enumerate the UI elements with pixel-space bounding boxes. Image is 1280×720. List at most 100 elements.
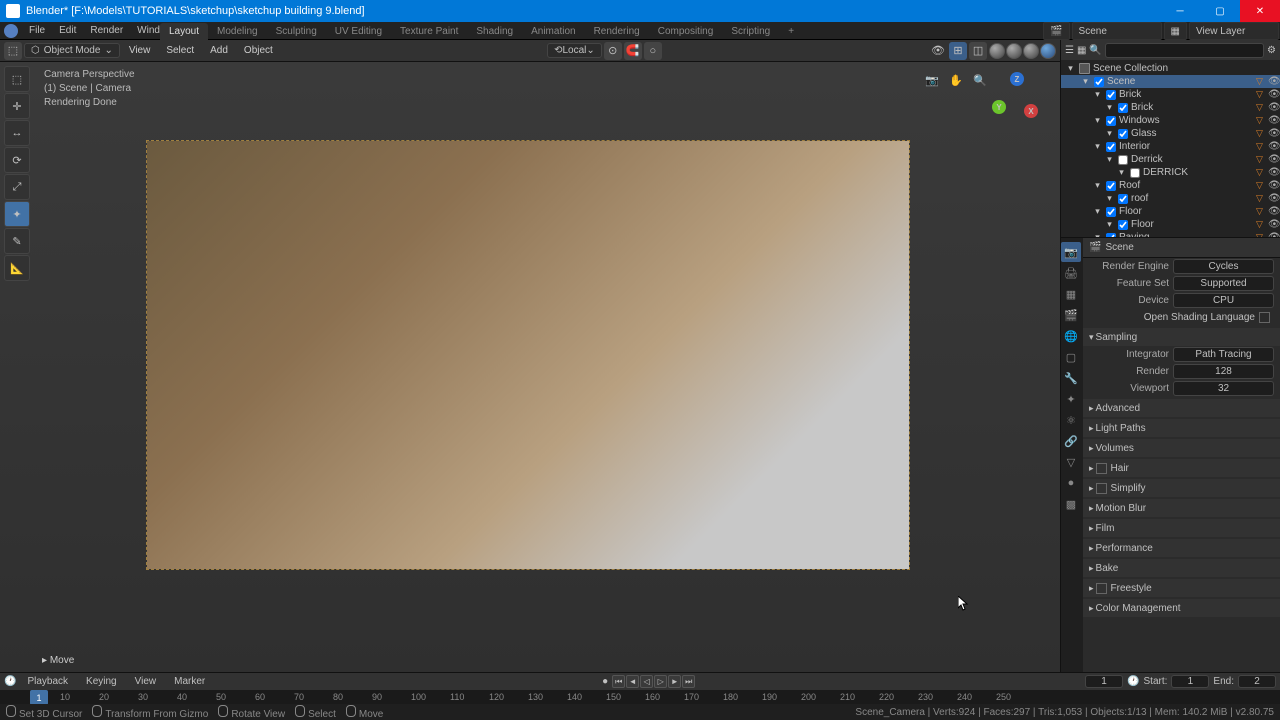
tab-modeling[interactable]: Modeling: [208, 23, 267, 40]
tool-transform[interactable]: ✦: [4, 201, 30, 227]
collection-checkbox[interactable]: [1118, 220, 1128, 230]
axis-x[interactable]: X: [1024, 104, 1038, 118]
outliner-display-icon[interactable]: ▦: [1077, 45, 1086, 56]
viewlayer-name[interactable]: View Layer: [1189, 22, 1279, 40]
frame-end[interactable]: 2: [1238, 675, 1276, 688]
play-fwd[interactable]: ▷: [654, 675, 667, 688]
feature-set-select[interactable]: Supported: [1173, 276, 1274, 291]
prop-tab-modifier[interactable]: 🔧: [1061, 368, 1081, 388]
jump-start[interactable]: ⏮: [612, 675, 625, 688]
section-light-paths[interactable]: Light Paths: [1083, 419, 1280, 437]
last-op-label[interactable]: Move: [42, 655, 74, 666]
prop-tab-world[interactable]: 🌐: [1061, 326, 1081, 346]
tree-row[interactable]: ▾Windows▽👁: [1061, 114, 1280, 127]
prop-tab-material[interactable]: ●: [1061, 473, 1081, 493]
timeline-type-icon[interactable]: 🕐: [4, 676, 16, 687]
visibility-icon[interactable]: 👁: [1268, 115, 1280, 126]
tool-scale[interactable]: ⤢: [4, 174, 30, 200]
tree-row[interactable]: ▾Floor▽👁: [1061, 218, 1280, 231]
tl-view[interactable]: View: [128, 676, 164, 687]
tree-row[interactable]: ▾roof▽👁: [1061, 192, 1280, 205]
collection-checkbox[interactable]: [1118, 129, 1128, 139]
viewlayer-icon[interactable]: ▦: [1164, 22, 1187, 40]
vp-menu-select[interactable]: Select: [159, 45, 201, 56]
tab-sculpting[interactable]: Sculpting: [267, 23, 326, 40]
tab-new[interactable]: +: [779, 23, 803, 40]
camera-icon[interactable]: 📷: [924, 72, 940, 88]
prop-tab-viewlayer[interactable]: ▦: [1061, 284, 1081, 304]
render-engine-select[interactable]: Cycles: [1173, 259, 1274, 274]
prop-tab-particle[interactable]: ✦: [1061, 389, 1081, 409]
tree-row[interactable]: ▾Glass▽👁: [1061, 127, 1280, 140]
tab-scripting[interactable]: Scripting: [722, 23, 779, 40]
render-samples-field[interactable]: 128: [1173, 364, 1274, 379]
proportional-icon[interactable]: ○: [644, 42, 662, 60]
section-checkbox[interactable]: [1096, 483, 1107, 494]
zoom-icon[interactable]: 🔍: [972, 72, 988, 88]
tree-root[interactable]: ▾Scene Collection: [1061, 62, 1280, 75]
collection-checkbox[interactable]: [1106, 142, 1116, 152]
next-key[interactable]: ►: [668, 675, 681, 688]
tab-shading[interactable]: Shading: [467, 23, 522, 40]
section-performance[interactable]: Performance: [1083, 539, 1280, 557]
visibility-icon[interactable]: 👁: [1268, 206, 1280, 217]
outliner-filter-icon[interactable]: ⚙: [1267, 45, 1276, 56]
tab-compositing[interactable]: Compositing: [649, 23, 723, 40]
menu-edit[interactable]: Edit: [52, 25, 83, 36]
timeline-cursor[interactable]: 1: [30, 690, 48, 705]
outliner-tree[interactable]: ▾Scene Collection▾Scene▽👁▾Brick▽👁▾Brick▽…: [1061, 60, 1280, 238]
snap-icon[interactable]: 🧲: [624, 42, 642, 60]
section-freestyle[interactable]: Freestyle: [1083, 579, 1280, 597]
collection-checkbox[interactable]: [1094, 77, 1104, 87]
visibility-icon[interactable]: 👁: [1268, 102, 1280, 113]
gizmo-visibility-icon[interactable]: 👁: [929, 42, 947, 60]
scene-name[interactable]: Scene: [1072, 22, 1162, 40]
section-sampling[interactable]: Sampling: [1083, 328, 1280, 346]
tree-row[interactable]: ▾Roof▽👁: [1061, 179, 1280, 192]
collection-checkbox[interactable]: [1118, 194, 1128, 204]
visibility-icon[interactable]: 👁: [1268, 128, 1280, 139]
axis-z[interactable]: Z: [1010, 72, 1024, 86]
tree-row[interactable]: ▾Brick▽👁: [1061, 88, 1280, 101]
frame-current[interactable]: 1: [1085, 675, 1123, 688]
tab-rendering[interactable]: Rendering: [585, 23, 649, 40]
tab-uv[interactable]: UV Editing: [326, 23, 391, 40]
tl-playback[interactable]: Playback: [20, 676, 75, 687]
prop-tab-object[interactable]: ▢: [1061, 347, 1081, 367]
section-advanced[interactable]: Advanced: [1083, 399, 1280, 417]
section-checkbox[interactable]: [1096, 583, 1107, 594]
tool-select[interactable]: ⬚: [4, 66, 30, 92]
frame-start[interactable]: 1: [1171, 675, 1209, 688]
section-bake[interactable]: Bake: [1083, 559, 1280, 577]
close-button[interactable]: ✕: [1240, 0, 1280, 22]
interaction-mode[interactable]: ⬡Object Mode⌄: [24, 43, 120, 58]
tree-row[interactable]: ▾Brick▽👁: [1061, 101, 1280, 114]
minimize-button[interactable]: ─: [1160, 0, 1200, 22]
tool-move[interactable]: ↔: [4, 120, 30, 146]
timeline-ruler[interactable]: 1 10203040506070809010011012013014015016…: [0, 690, 1280, 705]
xray-icon[interactable]: ◫: [969, 42, 987, 60]
tree-row[interactable]: ▾Interior▽👁: [1061, 140, 1280, 153]
outliner-type-icon[interactable]: ☰: [1065, 45, 1074, 56]
section-film[interactable]: Film: [1083, 519, 1280, 537]
prop-tab-texture[interactable]: ▩: [1061, 494, 1081, 514]
clock-icon[interactable]: 🕐: [1127, 676, 1139, 687]
visibility-icon[interactable]: 👁: [1268, 167, 1280, 178]
vp-menu-view[interactable]: View: [122, 45, 158, 56]
collection-checkbox[interactable]: [1118, 103, 1128, 113]
tl-keying[interactable]: Keying: [79, 676, 124, 687]
collection-checkbox[interactable]: [1106, 116, 1116, 126]
viewport-3d[interactable]: ⬚ ✛ ↔ ⟳ ⤢ ✦ ✎ 📐 Camera Perspective (1) S…: [0, 62, 1060, 672]
shading-lookdev[interactable]: [1023, 43, 1039, 59]
tab-texture[interactable]: Texture Paint: [391, 23, 467, 40]
hand-icon[interactable]: ✋: [948, 72, 964, 88]
tool-measure[interactable]: 📐: [4, 255, 30, 281]
axis-y[interactable]: Y: [992, 100, 1006, 114]
scene-icon[interactable]: 🎬: [1043, 22, 1069, 40]
prop-tab-physics[interactable]: ⚛: [1061, 410, 1081, 430]
section-motion-blur[interactable]: Motion Blur: [1083, 499, 1280, 517]
overlays-icon[interactable]: ⊞: [949, 42, 967, 60]
collection-checkbox[interactable]: [1106, 90, 1116, 100]
tab-layout[interactable]: Layout: [160, 23, 208, 40]
collection-checkbox[interactable]: [1118, 155, 1128, 165]
